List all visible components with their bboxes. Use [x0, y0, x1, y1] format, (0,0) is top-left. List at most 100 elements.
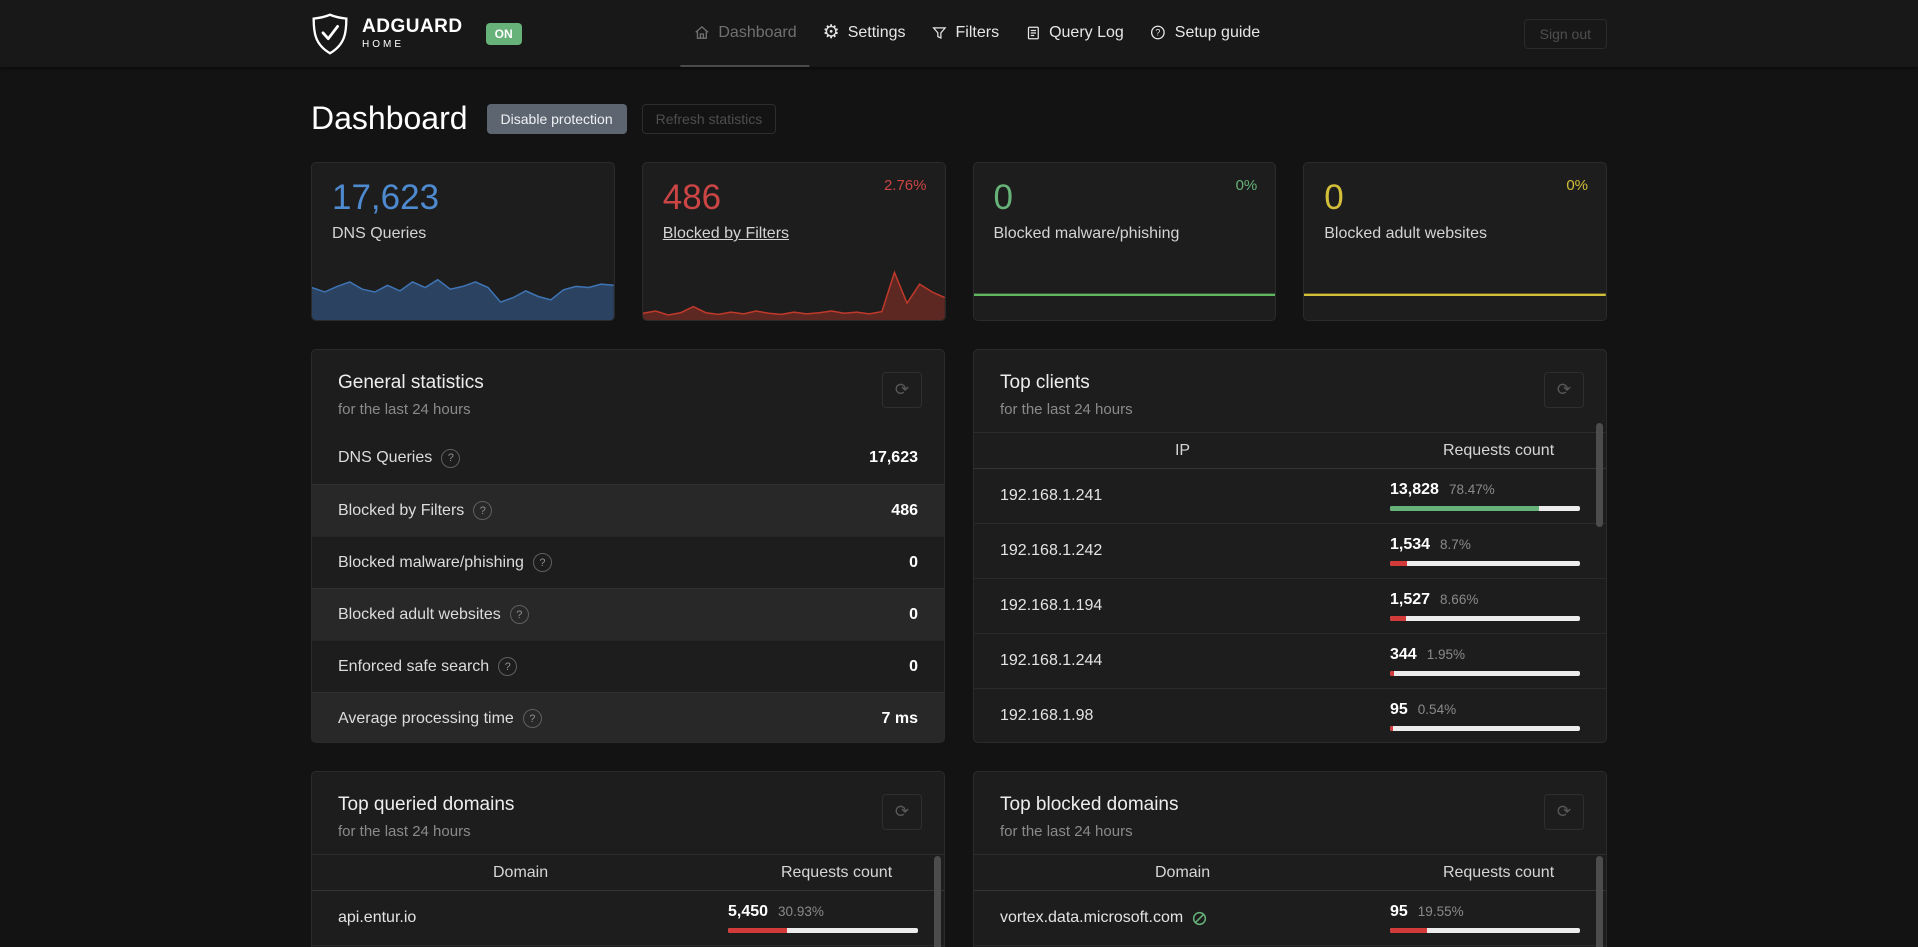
- top-queried-domains-card: Top queried domains for the last 24 hour…: [311, 771, 945, 947]
- domain-cell: vortex.data.microsoft.com: [1000, 909, 1208, 927]
- top-queried-domains-subtitle: for the last 24 hours: [338, 823, 471, 840]
- client-ip[interactable]: 192.168.1.244: [1000, 652, 1102, 670]
- client-row: 192.168.1.244 344 1.95%: [974, 634, 1606, 689]
- nav-item-label: Setup guide: [1174, 23, 1261, 41]
- sparkline-chart: [312, 264, 614, 320]
- progress-bar: [1390, 561, 1580, 566]
- progress-bar: [1390, 506, 1580, 511]
- help-icon[interactable]: ?: [498, 657, 518, 676]
- nav-item-label: Filters: [955, 23, 1000, 41]
- domain-name[interactable]: api.entur.io: [338, 909, 416, 927]
- progress-bar: [1390, 616, 1580, 621]
- nav-item-label: Query Log: [1049, 23, 1124, 41]
- stat-row-value: 17,623: [869, 449, 918, 466]
- card-refresh-button[interactable]: ⟳: [882, 372, 922, 408]
- column-header-domain[interactable]: Domain: [312, 864, 729, 882]
- adguard-home-logo[interactable]: ADGUARD HOME ON: [311, 12, 522, 55]
- domain-row: vortex.data.microsoft.com 95 19.55%: [974, 891, 1606, 946]
- scrollbar-thumb[interactable]: [934, 856, 941, 947]
- card-refresh-button[interactable]: ⟳: [882, 794, 922, 830]
- card-refresh-button[interactable]: ⟳: [1544, 372, 1584, 408]
- column-header-ip[interactable]: IP: [974, 442, 1391, 460]
- request-count: 13,828: [1390, 481, 1439, 498]
- stat-cards-row: 17,623 DNS Queries 486 Blocked by Filters 2.…: [311, 162, 1607, 321]
- general-stat-row: Blocked malware/phishing? 0: [312, 536, 944, 588]
- help-icon[interactable]: ?: [509, 605, 529, 624]
- column-header-requests-count[interactable]: Requests count: [1391, 864, 1606, 882]
- nav-item-settings[interactable]: ⚙ Settings: [810, 0, 919, 67]
- stat-row-label: Enforced safe search: [338, 657, 490, 675]
- stat-card-blocked-by-filters: 486 Blocked by Filters 2.76%: [641, 162, 946, 321]
- requests-count-cell: 13,828 78.47%: [1390, 481, 1580, 511]
- requests-count-cell: 95 19.55%: [1390, 903, 1580, 933]
- client-row: 192.168.1.194 1,527 8.66%: [974, 579, 1606, 634]
- top-clients-rows: 192.168.1.241 13,828 78.47% 192.168.1.242 1,…: [974, 469, 1606, 742]
- request-count: 344: [1390, 646, 1417, 663]
- scrollbar-thumb[interactable]: [1596, 856, 1603, 947]
- stat-row-value: 0: [909, 553, 918, 571]
- top-navigation-bar: ADGUARD HOME ON Dashboard ⚙ Settings Filter…: [0, 0, 1918, 67]
- stat-row-value: 0: [909, 657, 918, 675]
- stat-card-dns-queries: 17,623 DNS Queries: [311, 162, 615, 321]
- top-queried-domains-rows: api.entur.io 5,450 30.93%: [312, 891, 944, 946]
- stat-label: Blocked adult websites: [1324, 225, 1488, 242]
- column-header-requests-count[interactable]: Requests count: [1391, 442, 1606, 460]
- shield-check-logo-icon: [312, 12, 348, 55]
- card-header: General statistics for the last 24 hours…: [312, 350, 944, 432]
- refresh-icon: ⟳: [1556, 802, 1572, 821]
- page-title: Dashboard: [311, 100, 468, 136]
- middle-cards-row: General statistics for the last 24 hours…: [311, 349, 1607, 743]
- help-icon[interactable]: ?: [473, 501, 493, 520]
- stat-row-label: Blocked malware/phishing: [338, 553, 524, 571]
- card-header: Top queried domains for the last 24 hour…: [312, 772, 944, 854]
- dashboard-page: Dashboard Disable protection Refresh sta…: [311, 100, 1607, 947]
- client-ip[interactable]: 192.168.1.194: [1000, 597, 1102, 615]
- request-percent: 8.66%: [1440, 592, 1479, 607]
- stat-value: 0: [1324, 178, 1344, 217]
- refresh-icon: ⟳: [894, 380, 910, 399]
- requests-count-cell: 95 0.54%: [1390, 701, 1580, 731]
- client-row: 192.168.1.98 95 0.54%: [974, 689, 1606, 742]
- stat-value: 17,623: [332, 178, 440, 217]
- scrollbar-thumb[interactable]: [1596, 423, 1603, 527]
- card-header: Top blocked domains for the last 24 hour…: [974, 772, 1606, 854]
- sign-out-button[interactable]: Sign out: [1523, 18, 1607, 49]
- column-header-requests-count[interactable]: Requests count: [729, 864, 944, 882]
- nav-item-setup-guide[interactable]: ? Setup guide: [1137, 0, 1273, 67]
- request-percent: 0.54%: [1417, 702, 1457, 717]
- request-count: 95: [1390, 701, 1408, 718]
- stat-percent: 2.76%: [883, 177, 927, 194]
- help-icon[interactable]: ?: [441, 448, 461, 468]
- request-percent: 19.55%: [1417, 904, 1464, 919]
- refresh-statistics-button[interactable]: Refresh statistics: [641, 103, 777, 134]
- stat-percent: 0%: [1235, 177, 1258, 194]
- requests-count-cell: 344 1.95%: [1390, 646, 1580, 676]
- domain-name[interactable]: vortex.data.microsoft.com: [1000, 909, 1183, 927]
- client-ip[interactable]: 192.168.1.241: [1000, 487, 1102, 505]
- stat-label: Blocked malware/phishing: [993, 225, 1180, 242]
- stat-row-label: DNS Queries: [338, 449, 433, 466]
- general-stat-row: Blocked adult websites? 0: [312, 588, 944, 640]
- general-stat-row: DNS Queries? 17,623: [312, 432, 944, 484]
- general-statistics-rows: DNS Queries? 17,623 Blocked by Filters? 486…: [312, 432, 944, 742]
- client-ip[interactable]: 192.168.1.242: [1000, 542, 1102, 560]
- general-statistics-subtitle: for the last 24 hours: [338, 401, 471, 418]
- disable-protection-button[interactable]: Disable protection: [486, 103, 627, 134]
- nav-item-query-log[interactable]: Query Log: [1012, 0, 1137, 67]
- general-stat-row: Enforced safe search? 0: [312, 640, 944, 692]
- client-ip[interactable]: 192.168.1.98: [1000, 707, 1093, 725]
- domain-cell: api.entur.io: [338, 909, 416, 927]
- stat-row-value: 486: [891, 501, 918, 519]
- domain-row: api.entur.io 5,450 30.93%: [312, 891, 944, 946]
- stat-row-value: 7 ms: [881, 709, 918, 727]
- nav-item-dashboard[interactable]: Dashboard: [680, 0, 810, 67]
- top-queried-domains-title: Top queried domains: [338, 794, 515, 815]
- card-refresh-button[interactable]: ⟳: [1544, 794, 1584, 830]
- funnel-icon: [932, 25, 948, 41]
- column-header-domain[interactable]: Domain: [974, 864, 1391, 882]
- stat-row-value: 0: [909, 605, 918, 623]
- nav-item-filters[interactable]: Filters: [919, 0, 1013, 67]
- help-icon[interactable]: ?: [532, 553, 552, 572]
- stat-label[interactable]: Blocked by Filters: [663, 225, 925, 243]
- help-icon[interactable]: ?: [522, 709, 542, 728]
